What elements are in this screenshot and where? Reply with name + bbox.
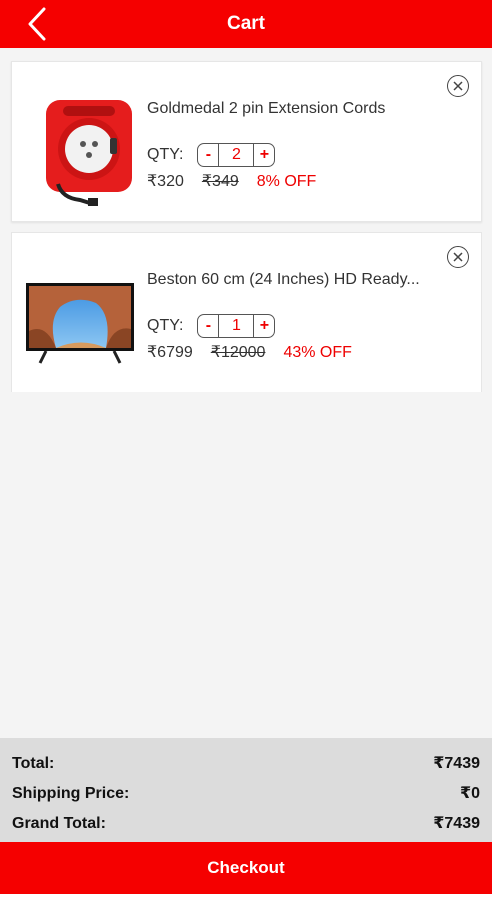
quantity-value: 2 xyxy=(218,144,255,166)
decrement-button[interactable]: - xyxy=(198,315,218,337)
sale-price: ₹320 xyxy=(147,173,184,190)
remove-item-button[interactable] xyxy=(447,75,469,97)
close-icon xyxy=(453,81,463,91)
discount-badge: 43% OFF xyxy=(283,344,352,361)
decrement-button[interactable]: - xyxy=(198,144,218,166)
product-name[interactable]: Goldmedal 2 pin Extension Cords xyxy=(147,100,457,118)
quantity-value: 1 xyxy=(218,315,255,337)
page-title: Cart xyxy=(226,13,265,34)
increment-button[interactable]: + xyxy=(254,315,274,337)
product-name[interactable]: Beston 60 cm (24 Inches) HD Ready... xyxy=(147,271,457,289)
quantity-stepper: - 2 + xyxy=(197,143,276,167)
chevron-left-icon xyxy=(28,7,46,41)
close-icon xyxy=(453,252,463,262)
product-image[interactable] xyxy=(26,281,136,370)
total-label: Total: xyxy=(12,755,55,772)
discount-badge: 8% OFF xyxy=(256,173,317,190)
grand-total-value: ₹7439 xyxy=(433,815,480,832)
bottom-edge xyxy=(0,894,492,900)
cart-item: Beston 60 cm (24 Inches) HD Ready... QTY… xyxy=(11,232,482,392)
price-row: ₹320 ₹349 8% OFF xyxy=(147,171,316,191)
cart-item: Goldmedal 2 pin Extension Cords QTY: - 2… xyxy=(11,61,482,222)
shipping-value: ₹0 xyxy=(459,785,480,802)
original-price: ₹349 xyxy=(201,173,239,190)
app-header: Cart xyxy=(0,0,492,48)
increment-button[interactable]: + xyxy=(254,144,274,166)
qty-label: QTY: xyxy=(147,146,184,163)
sale-price: ₹6799 xyxy=(147,344,193,361)
shipping-row: Shipping Price: ₹0 xyxy=(12,782,480,812)
price-row: ₹6799 ₹12000 43% OFF xyxy=(147,342,352,362)
product-image[interactable] xyxy=(38,94,136,215)
back-button[interactable] xyxy=(22,6,52,42)
quantity-row: QTY: - 1 + xyxy=(147,314,276,338)
extension-cord-image xyxy=(46,100,132,206)
quantity-row: QTY: - 2 + xyxy=(147,143,276,167)
remove-item-button[interactable] xyxy=(447,246,469,268)
grand-total-label: Grand Total: xyxy=(12,815,106,832)
checkout-button[interactable]: Checkout xyxy=(0,842,492,894)
original-price: ₹12000 xyxy=(210,344,266,361)
total-row: Total: ₹7439 xyxy=(12,752,480,782)
tv-image xyxy=(26,283,134,364)
shipping-label: Shipping Price: xyxy=(12,785,130,802)
grand-total-row: Grand Total: ₹7439 xyxy=(12,812,480,842)
total-value: ₹7439 xyxy=(433,755,480,772)
quantity-stepper: - 1 + xyxy=(197,314,276,338)
order-summary: Total: ₹7439 Shipping Price: ₹0 Grand To… xyxy=(0,738,492,842)
qty-label: QTY: xyxy=(147,317,184,334)
